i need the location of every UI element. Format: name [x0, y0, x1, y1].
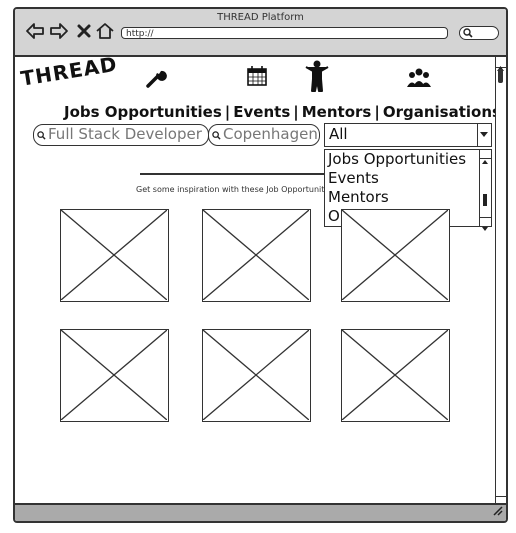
divider [140, 173, 325, 175]
resize-grip-icon[interactable] [491, 501, 503, 520]
scroll-up-icon[interactable] [480, 150, 491, 164]
browser-window: THREAD Platform http:// THREAD Jobs Oppo… [13, 7, 508, 523]
address-bar[interactable]: http:// [121, 27, 448, 39]
image-placeholder[interactable] [341, 209, 450, 302]
image-placeholder[interactable] [341, 329, 450, 422]
person-icon[interactable] [305, 60, 329, 96]
nav-jobs-opportunities[interactable]: Jobs Opportunities [64, 103, 222, 121]
scroll-down-icon[interactable] [480, 217, 491, 231]
scroll-thumb[interactable] [498, 69, 503, 83]
dropdown-option-mentors[interactable]: Mentors [325, 188, 491, 207]
image-placeholder[interactable] [60, 329, 169, 422]
dropdown-option-events[interactable]: Events [325, 169, 491, 188]
image-placeholder[interactable] [202, 329, 311, 422]
browser-search-field[interactable] [459, 26, 499, 40]
dropdown-scrollbar[interactable] [479, 150, 491, 231]
nav-events[interactable]: Events [233, 103, 290, 121]
calendar-icon[interactable] [246, 65, 268, 91]
nav-separator: | [293, 103, 299, 121]
close-icon[interactable] [76, 22, 94, 40]
page-scrollbar[interactable] [495, 57, 506, 510]
home-icon[interactable] [95, 22, 114, 40]
category-select[interactable]: All [324, 123, 492, 147]
nav-mentors[interactable]: Mentors [302, 103, 372, 121]
search-icon [212, 131, 221, 140]
title-bar: THREAD Platform http:// [15, 9, 506, 57]
group-icon[interactable] [407, 67, 431, 93]
keyword-search-value: Full Stack Developer [48, 125, 202, 143]
image-placeholder[interactable] [202, 209, 311, 302]
search-icon [37, 131, 46, 140]
location-search-input[interactable]: Copenhagen [208, 124, 320, 146]
status-bar [15, 503, 506, 521]
main-nav: Jobs Opportunities | Events | Mentors | Organi… [64, 103, 501, 121]
scroll-up-icon[interactable] [496, 57, 506, 71]
thread-logo[interactable]: THREAD [19, 52, 119, 91]
wrench-icon[interactable] [145, 67, 167, 93]
nav-organisations[interactable]: Organisations [383, 103, 501, 121]
back-icon[interactable] [25, 22, 44, 40]
inspiration-text: Get some inspiration with these Job Oppo… [136, 185, 324, 194]
category-selected-value: All [329, 125, 348, 143]
forward-icon[interactable] [49, 22, 68, 40]
chevron-down-icon[interactable] [477, 124, 491, 146]
keyword-search-input[interactable]: Full Stack Developer [33, 124, 209, 146]
dropdown-option-jobs[interactable]: Jobs Opportunities [325, 150, 491, 169]
page-content: THREAD Jobs Opportunities | Events | Mentors… [15, 52, 501, 507]
location-search-value: Copenhagen [223, 125, 318, 143]
nav-separator: | [224, 103, 231, 121]
nav-separator: | [374, 103, 380, 121]
image-placeholder[interactable] [60, 209, 169, 302]
search-icon [463, 28, 473, 38]
scroll-thumb[interactable] [483, 194, 487, 206]
